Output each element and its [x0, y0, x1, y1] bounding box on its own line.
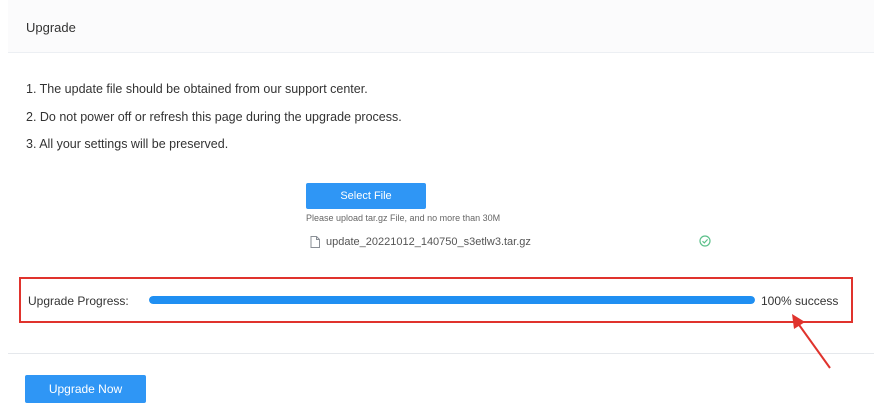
check-circle-icon — [699, 235, 711, 247]
select-file-button[interactable]: Select File — [306, 183, 426, 209]
page-title: Upgrade — [26, 20, 76, 35]
progress-bar — [149, 296, 755, 304]
upgrade-progress-section: Upgrade Progress: 100% success — [19, 277, 853, 323]
footer-divider — [8, 353, 874, 354]
note-settings-preserved: 3. All your settings will be preserved. — [26, 137, 229, 151]
note-obtain-file: 1. The update file should be obtained fr… — [26, 82, 368, 96]
upgrade-panel: Upgrade 1. The update file should be obt… — [8, 0, 874, 414]
panel-header: Upgrade — [8, 0, 874, 53]
uploaded-file-name: update_20221012_140750_s3etlw3.tar.gz — [326, 236, 531, 248]
progress-bar-fill — [149, 296, 755, 304]
document-icon — [310, 236, 320, 248]
note-no-power-off: 2. Do not power off or refresh this page… — [26, 110, 402, 124]
uploaded-file-item: update_20221012_140750_s3etlw3.tar.gz — [310, 235, 720, 251]
upgrade-now-button[interactable]: Upgrade Now — [25, 375, 146, 403]
progress-label: Upgrade Progress: — [28, 294, 129, 308]
upload-hint: Please upload tar.gz File, and no more t… — [306, 213, 501, 223]
progress-status: 100% success — [761, 294, 839, 308]
